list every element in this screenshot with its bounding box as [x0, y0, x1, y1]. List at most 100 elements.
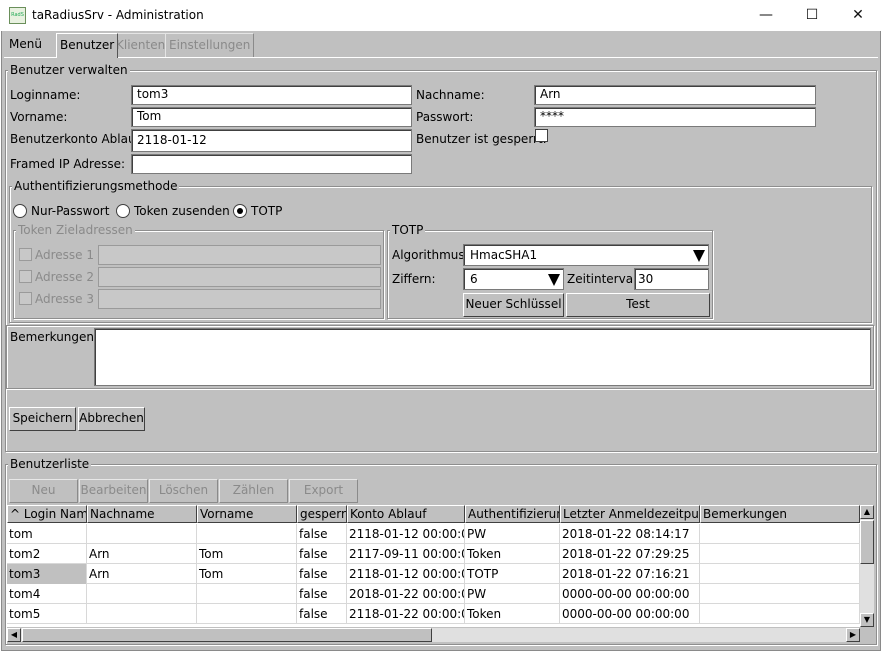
remarks-field[interactable] — [94, 328, 871, 386]
address-2-checkbox[interactable] — [19, 270, 32, 283]
cell-last-name: Arn — [87, 544, 197, 564]
window-title: taRadiusSrv - Administration — [32, 8, 204, 22]
digits-select[interactable]: 6 — [463, 268, 564, 290]
scroll-right-icon[interactable]: ▶ — [846, 628, 860, 642]
cell-locked: false — [297, 564, 347, 584]
col-last-name[interactable]: Nachname — [87, 505, 197, 523]
address-3-field[interactable] — [98, 289, 381, 309]
col-auth[interactable]: Authentifizierung — [465, 505, 560, 523]
title-bar: RadS taRadiusSrv - Administration — ☐ ✕ — [0, 0, 882, 31]
cell-locked: false — [297, 584, 347, 604]
cell-expiry: 2117-09-11 00:00:00 — [347, 544, 465, 564]
cell-expiry: 2018-01-22 00:00:00 — [347, 584, 465, 604]
cell-expiry: 2118-01-22 00:00:00 — [347, 604, 465, 624]
cell-locked: false — [297, 544, 347, 564]
algorithm-select[interactable]: HmacSHA1 — [463, 244, 709, 266]
table-body: tom false 2118-01-12 00:00:00 PW 2018-01-22 … — [7, 524, 860, 627]
first-name-field[interactable]: Tom — [131, 107, 412, 127]
table-row[interactable]: tom5 false 2118-01-22 00:00:00 Token 0000-00… — [7, 604, 860, 624]
edit-user-button[interactable]: Bearbeiten — [79, 479, 148, 503]
cell-last-login: 2018-01-22 07:16:21 — [560, 564, 700, 584]
framed-ip-label: Framed IP Adresse: — [10, 157, 126, 171]
cancel-button[interactable]: Abbrechen — [78, 407, 145, 431]
count-button[interactable]: Zählen — [219, 479, 288, 503]
table-row[interactable]: tom4 false 2018-01-22 00:00:00 PW 0000-00-00… — [7, 584, 860, 604]
vertical-scrollbar[interactable]: ▲ ▼ — [860, 505, 874, 627]
manage-user-title: Benutzer verwalten — [8, 63, 130, 77]
cell-login-name: tom — [7, 524, 87, 544]
interval-label: Zeitintervall: — [567, 272, 644, 286]
cell-last-name: Arn — [87, 564, 197, 584]
password-field[interactable]: **** — [534, 107, 816, 127]
cell-remarks — [700, 544, 860, 564]
radio-send-token-label: Token zusenden — [134, 204, 230, 218]
table-row[interactable]: tom false 2118-01-12 00:00:00 PW 2018-01-22 … — [7, 524, 860, 544]
radio-password-only[interactable] — [13, 204, 27, 218]
algorithm-label: Algorithmus: — [392, 248, 469, 262]
cell-auth: PW — [465, 524, 560, 544]
close-button[interactable]: ✕ — [835, 0, 881, 31]
new-user-button[interactable]: Neu — [9, 479, 78, 503]
cell-remarks — [700, 584, 860, 604]
chevron-down-icon — [548, 274, 560, 286]
tab-benutzer[interactable]: Benutzer — [56, 33, 119, 58]
interval-field[interactable]: 30 — [634, 268, 709, 290]
horizontal-scroll-thumb[interactable] — [22, 628, 432, 642]
tab-einstellungen[interactable]: Einstellungen — [165, 33, 255, 57]
scroll-down-icon[interactable]: ▼ — [860, 613, 874, 627]
radio-totp[interactable] — [233, 204, 247, 218]
address-1-checkbox[interactable] — [19, 248, 32, 261]
menu-tab[interactable]: Menü — [6, 33, 45, 57]
last-name-label: Nachname: — [416, 88, 485, 102]
locked-checkbox[interactable] — [535, 129, 548, 142]
locked-label: Benutzer ist gesperrt: — [416, 132, 547, 146]
address-1-field[interactable] — [98, 245, 381, 265]
cell-locked: false — [297, 604, 347, 624]
cell-login-name: tom5 — [7, 604, 87, 624]
cell-last-login: 0000-00-00 00:00:00 — [560, 604, 700, 624]
cell-expiry: 2118-01-12 00:00:00 — [347, 524, 465, 544]
col-login-name[interactable]: ^ Login Name — [7, 505, 87, 523]
delete-user-button[interactable]: Löschen — [149, 479, 218, 503]
user-table: ^ Login Name Nachname Vorname gesperrt K… — [7, 505, 860, 627]
algorithm-value: HmacSHA1 — [470, 248, 538, 262]
test-button[interactable]: Test — [566, 293, 710, 317]
cell-locked: false — [297, 524, 347, 544]
table-row[interactable]: tom2 Arn Tom false 2117-09-11 00:00:00 Token 2… — [7, 544, 860, 564]
table-row[interactable]: tom3 Arn Tom false 2118-01-12 00:00:00 TOTP 20… — [7, 564, 860, 584]
framed-ip-field[interactable] — [131, 154, 412, 174]
radio-send-token[interactable] — [116, 204, 130, 218]
export-button[interactable]: Export — [289, 479, 358, 503]
tab-klienten[interactable]: Klienten — [112, 33, 170, 57]
cell-remarks — [700, 524, 860, 544]
cell-auth: Token — [465, 544, 560, 564]
radio-password-only-label: Nur-Passwort — [31, 204, 110, 218]
cell-last-name — [87, 584, 197, 604]
last-name-field[interactable]: Arn — [534, 85, 816, 105]
cell-login-name: tom2 — [7, 544, 87, 564]
new-key-button[interactable]: Neuer Schlüssel — [463, 293, 564, 317]
account-expiry-field[interactable]: 2118-01-12 — [131, 129, 412, 152]
maximize-button[interactable]: ☐ — [789, 0, 835, 31]
col-remarks[interactable]: Bemerkungen — [700, 505, 860, 523]
save-button[interactable]: Speichern — [9, 407, 76, 431]
cell-first-name — [197, 524, 297, 544]
address-2-field[interactable] — [98, 267, 381, 287]
cell-first-name: Tom — [197, 544, 297, 564]
vertical-scroll-thumb[interactable] — [860, 520, 874, 564]
chevron-down-icon — [693, 250, 705, 262]
col-last-login[interactable]: Letzter Anmeldezeitpunkt — [560, 505, 700, 523]
scroll-up-icon[interactable]: ▲ — [860, 505, 874, 519]
password-label: Passwort: — [416, 110, 474, 124]
col-locked[interactable]: gesperrt — [297, 505, 347, 523]
horizontal-scrollbar[interactable]: ◀ ▶ — [7, 628, 860, 642]
scroll-left-icon[interactable]: ◀ — [7, 628, 21, 642]
minimize-button[interactable]: — — [743, 0, 789, 31]
cell-login-name: tom3 — [7, 564, 87, 584]
col-first-name[interactable]: Vorname — [197, 505, 297, 523]
expiry-label: Benutzerkonto Ablauf: — [10, 132, 144, 146]
cell-last-name — [87, 604, 197, 624]
address-3-checkbox[interactable] — [19, 292, 32, 305]
col-expiry[interactable]: Konto Ablauf — [347, 505, 465, 523]
login-name-field[interactable]: tom3 — [131, 85, 412, 105]
